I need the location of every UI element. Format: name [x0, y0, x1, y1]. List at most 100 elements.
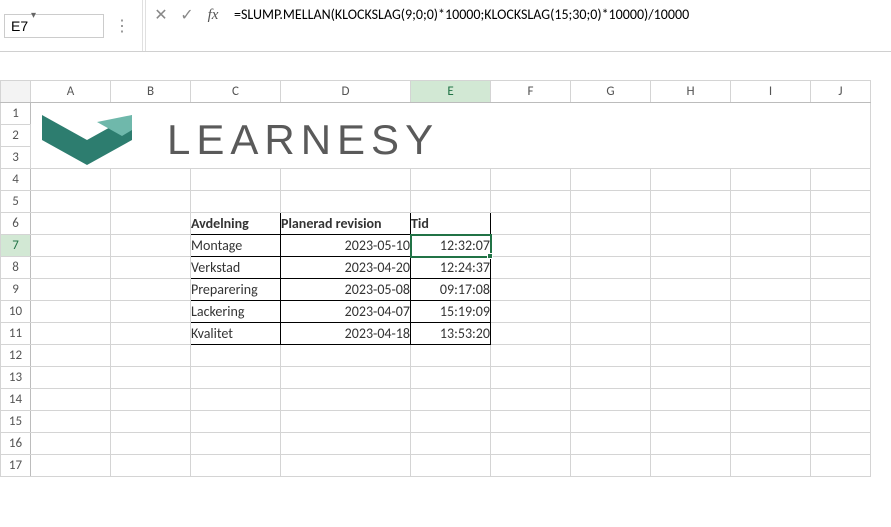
cell[interactable] [571, 345, 651, 367]
row-header-14[interactable]: 14 [1, 389, 31, 411]
col-header-F[interactable]: F [491, 81, 571, 103]
cell[interactable] [111, 433, 191, 455]
col-header-G[interactable]: G [571, 81, 651, 103]
cell[interactable] [651, 323, 731, 345]
cell[interactable] [191, 345, 281, 367]
cell[interactable] [651, 235, 731, 257]
col-header-A[interactable]: A [31, 81, 111, 103]
cell[interactable] [31, 455, 111, 477]
cell[interactable] [731, 257, 811, 279]
cell[interactable] [651, 389, 731, 411]
cell[interactable] [731, 411, 811, 433]
col-header-C[interactable]: C [191, 81, 281, 103]
table-row[interactable]: Lackering [191, 301, 281, 323]
table-row[interactable]: 12:24:37 [411, 257, 491, 279]
cell[interactable] [571, 323, 651, 345]
cell[interactable] [281, 169, 411, 191]
cell[interactable] [411, 433, 491, 455]
cell[interactable] [731, 301, 811, 323]
cell[interactable] [731, 389, 811, 411]
cell[interactable] [491, 411, 571, 433]
cell[interactable] [111, 455, 191, 477]
cell[interactable] [491, 455, 571, 477]
cell[interactable] [651, 367, 731, 389]
cell[interactable] [491, 323, 571, 345]
cell[interactable] [491, 301, 571, 323]
cell[interactable] [491, 367, 571, 389]
col-header-H[interactable]: H [651, 81, 731, 103]
cell[interactable] [811, 323, 871, 345]
cell[interactable] [31, 367, 111, 389]
table-row[interactable]: 2023-04-07 [281, 301, 411, 323]
cell[interactable] [31, 257, 111, 279]
cell[interactable] [651, 433, 731, 455]
cell[interactable] [281, 367, 411, 389]
cell[interactable] [111, 235, 191, 257]
cell[interactable] [111, 411, 191, 433]
cell[interactable] [281, 433, 411, 455]
fill-handle[interactable] [487, 253, 493, 259]
name-box[interactable] [4, 14, 104, 38]
table-row[interactable]: 13:53:20 [411, 323, 491, 345]
cell[interactable] [811, 455, 871, 477]
table-header-tid[interactable]: Tid [411, 213, 491, 235]
fx-icon[interactable]: fx [200, 2, 226, 28]
cell[interactable] [111, 323, 191, 345]
cell[interactable] [411, 455, 491, 477]
row-header-11[interactable]: 11 [1, 323, 31, 345]
cell[interactable] [411, 411, 491, 433]
cell[interactable] [411, 389, 491, 411]
cell[interactable] [571, 257, 651, 279]
cell[interactable] [571, 191, 651, 213]
row-header-9[interactable]: 9 [1, 279, 31, 301]
table-header-planerad[interactable]: Planerad revision [281, 213, 411, 235]
cell[interactable] [491, 235, 571, 257]
select-all-corner[interactable] [1, 81, 31, 103]
col-header-I[interactable]: I [731, 81, 811, 103]
row-header-4[interactable]: 4 [1, 169, 31, 191]
table-row[interactable]: 15:19:09 [411, 301, 491, 323]
cell[interactable] [811, 169, 871, 191]
cell[interactable] [571, 433, 651, 455]
table-row[interactable]: Montage [191, 235, 281, 257]
cell[interactable] [491, 279, 571, 301]
cell[interactable] [281, 191, 411, 213]
table-row[interactable]: Verkstad [191, 257, 281, 279]
cell[interactable] [491, 389, 571, 411]
cell[interactable] [571, 213, 651, 235]
table-row[interactable]: 2023-04-18 [281, 323, 411, 345]
cell[interactable] [111, 257, 191, 279]
table-row[interactable]: 09:17:08 [411, 279, 491, 301]
row-header-6[interactable]: 6 [1, 213, 31, 235]
cell[interactable] [731, 169, 811, 191]
cell[interactable] [651, 301, 731, 323]
col-header-D[interactable]: D [281, 81, 411, 103]
col-header-E[interactable]: E [411, 81, 491, 103]
row-header-13[interactable]: 13 [1, 367, 31, 389]
cell[interactable] [191, 367, 281, 389]
cell[interactable] [491, 433, 571, 455]
cell[interactable] [571, 411, 651, 433]
cell[interactable] [571, 367, 651, 389]
cell[interactable] [111, 389, 191, 411]
row-header-8[interactable]: 8 [1, 257, 31, 279]
cell[interactable] [571, 455, 651, 477]
cell[interactable] [31, 323, 111, 345]
cell-E7-selected[interactable]: 12:32:07 [411, 235, 491, 257]
cell[interactable] [811, 213, 871, 235]
table-row[interactable]: 2023-04-20 [281, 257, 411, 279]
cell[interactable] [111, 301, 191, 323]
cell[interactable] [571, 235, 651, 257]
cell[interactable] [811, 389, 871, 411]
table-header-avdelning[interactable]: Avdelning [191, 213, 281, 235]
cell[interactable] [731, 367, 811, 389]
cell[interactable] [811, 191, 871, 213]
cell[interactable] [31, 169, 111, 191]
cell[interactable] [491, 257, 571, 279]
cell[interactable] [111, 279, 191, 301]
confirm-icon[interactable]: ✓ [174, 2, 200, 28]
cell[interactable] [31, 191, 111, 213]
cell[interactable] [731, 191, 811, 213]
cell[interactable] [191, 169, 281, 191]
more-dots-icon[interactable]: ⋮ [108, 16, 136, 36]
